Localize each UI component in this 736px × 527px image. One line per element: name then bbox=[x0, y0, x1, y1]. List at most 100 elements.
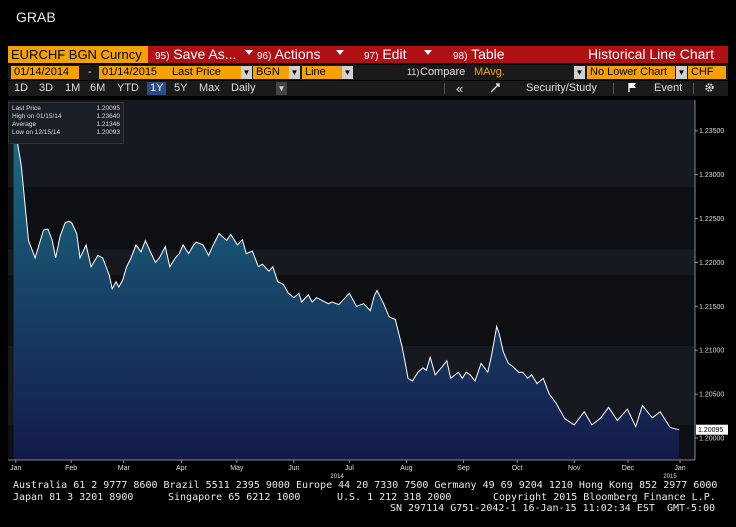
security-study-button[interactable]: Security/Study bbox=[523, 82, 600, 95]
x-tick-label: Oct bbox=[512, 465, 523, 472]
footer-japan: Japan 81 3 3201 8900 bbox=[13, 492, 134, 503]
compare-number: 11) bbox=[407, 67, 420, 77]
y-tick-label: 1.23500 bbox=[699, 128, 724, 135]
legend-row-low: Low on 12/15/14 1.20093 bbox=[12, 129, 120, 137]
period-max[interactable]: Max bbox=[196, 82, 223, 95]
back-button[interactable]: « bbox=[453, 82, 466, 95]
period-5y[interactable]: 5Y bbox=[171, 82, 190, 95]
compare-button[interactable]: Compare bbox=[420, 66, 465, 79]
date-separator: - bbox=[88, 66, 92, 78]
x-tick-label: Dec bbox=[622, 465, 635, 472]
period-1m[interactable]: 1M bbox=[62, 82, 83, 95]
x-tick-label: Sep bbox=[457, 465, 470, 472]
chart-type-title: Historical Line Chart bbox=[587, 46, 714, 62]
x-tick-label: Aug bbox=[400, 465, 413, 472]
event-button[interactable]: Event bbox=[651, 82, 685, 95]
save-as-number: 95) bbox=[155, 51, 170, 62]
actions-dropdown-icon[interactable] bbox=[336, 50, 344, 55]
x-tick-label: Jan bbox=[10, 465, 21, 472]
flag-icon[interactable] bbox=[625, 82, 641, 95]
start-date-field[interactable]: 01/14/2014 bbox=[11, 66, 79, 79]
window-title: GRAB bbox=[16, 9, 56, 25]
x-tick-label: Apr bbox=[176, 465, 188, 472]
legend-row-last: Last Price 1.20095 bbox=[12, 105, 120, 113]
table-number: 98) bbox=[453, 51, 468, 62]
chart-legend: Last Price 1.20095 High on 01/15/14 1.23… bbox=[8, 102, 124, 144]
y-tick-label: 1.20000 bbox=[699, 436, 724, 443]
legend-average-label: Average bbox=[12, 121, 37, 128]
x-tick-label: Nov bbox=[568, 465, 581, 472]
price-chart[interactable]: 1.23500 1.23000 1.22500 1.22000 1.21500 1.210… bbox=[8, 97, 728, 463]
x-tick-label: Mar bbox=[118, 465, 131, 472]
lower-chart-arrow-icon[interactable]: ▼ bbox=[676, 66, 687, 79]
end-date-field[interactable]: 01/14/2015 bbox=[99, 66, 169, 79]
field-select[interactable]: Last Price bbox=[169, 66, 241, 79]
y-tick-label: 1.21500 bbox=[699, 304, 724, 311]
frequency-select[interactable]: Daily bbox=[228, 82, 258, 95]
legend-low-value: 1.20093 bbox=[96, 129, 121, 136]
mavg-field[interactable] bbox=[508, 66, 584, 79]
style-select[interactable]: Line bbox=[302, 66, 342, 79]
y-tick-label: 1.22000 bbox=[699, 260, 724, 267]
x-tick-label: Jun bbox=[288, 465, 299, 472]
settings-gear-icon[interactable] bbox=[701, 82, 718, 95]
field-select-arrow-icon[interactable]: ▼ bbox=[241, 66, 252, 79]
tool-icon[interactable] bbox=[486, 82, 504, 95]
edit-number: 97) bbox=[364, 51, 379, 62]
x-tick-label: Jan bbox=[674, 465, 685, 472]
table-button[interactable]: 98) Table bbox=[453, 46, 505, 63]
style-select-arrow-icon[interactable]: ▼ bbox=[342, 66, 353, 79]
frequency-arrow-icon[interactable]: ▼ bbox=[276, 82, 287, 95]
footer-us: U.S. 1 212 318 2000 bbox=[337, 492, 452, 503]
period-6m[interactable]: 6M bbox=[87, 82, 108, 95]
footer-copyright: Copyright 2015 Bloomberg Finance L.P. bbox=[493, 492, 716, 503]
x-tick-label: Feb bbox=[65, 465, 77, 472]
lower-chart-select[interactable]: No Lower Chart bbox=[587, 66, 675, 79]
period-ytd[interactable]: YTD bbox=[114, 82, 142, 95]
footer-session: SN 297114 G751-2042-1 16-Jan-15 11:02:34… bbox=[390, 503, 716, 514]
period-bar: 1D 3D 1M 6M YTD 1Y 5Y Max Daily ▼ « Secu… bbox=[8, 81, 728, 96]
x-year-label: 2015 bbox=[663, 474, 677, 480]
legend-row-average: Average 1.21346 bbox=[12, 121, 120, 129]
period-3d[interactable]: 3D bbox=[36, 82, 56, 95]
background-band bbox=[8, 249, 695, 276]
save-as-dropdown-icon[interactable] bbox=[245, 50, 253, 55]
y-tick-label: 1.23000 bbox=[699, 172, 724, 179]
mavg-button[interactable]: MAvg. bbox=[474, 66, 505, 79]
table-label: Table bbox=[471, 46, 505, 62]
actions-label: Actions bbox=[274, 46, 321, 62]
main-toolbar: EURCHF BGN Curncy 95) Save As... 96) Act… bbox=[8, 46, 728, 63]
y-tick-label: 1.20500 bbox=[699, 392, 724, 399]
chart-svg: 1.23500 1.23000 1.22500 1.22000 1.21500 1.210… bbox=[8, 100, 728, 463]
legend-high-label: High on 01/15/14 bbox=[12, 113, 62, 120]
edit-button[interactable]: 97) Edit bbox=[364, 46, 406, 63]
y-tick-label: 1.22500 bbox=[699, 216, 724, 223]
period-1d[interactable]: 1D bbox=[11, 82, 31, 95]
source-select-arrow-icon[interactable]: ▼ bbox=[289, 66, 300, 79]
actions-number: 96) bbox=[257, 51, 272, 62]
period-1y[interactable]: 1Y bbox=[147, 82, 167, 95]
edit-label: Edit bbox=[382, 46, 407, 62]
save-as-label: Save As... bbox=[173, 46, 237, 62]
y-tick-label: 1.21000 bbox=[699, 348, 724, 355]
legend-low-label: Low on 12/15/14 bbox=[12, 129, 61, 136]
ticker-field[interactable]: EURCHF BGN Curncy bbox=[8, 46, 148, 63]
x-axis-labels: Jan Feb Mar Apr May Jun Jul Aug Sep Oct Nov Dec Jan 2… bbox=[10, 465, 686, 480]
legend-average-value: 1.21346 bbox=[96, 121, 121, 128]
x-tick-label: Jul bbox=[345, 465, 354, 472]
actions-button[interactable]: 96) Actions bbox=[257, 46, 321, 63]
x-tick-label: May bbox=[230, 465, 244, 472]
x-year-label: 2014 bbox=[330, 474, 344, 480]
mavg-arrow-icon[interactable]: ▼ bbox=[574, 66, 585, 79]
legend-row-high: High on 01/15/14 1.23640 bbox=[12, 113, 120, 121]
footer-singapore: Singapore 65 6212 1000 bbox=[168, 492, 301, 503]
legend-last-label: Last Price bbox=[12, 105, 41, 112]
background-band bbox=[8, 187, 695, 250]
legend-last-value: 1.20095 bbox=[96, 105, 121, 112]
legend-high-value: 1.23640 bbox=[96, 113, 121, 120]
save-as-button[interactable]: 95) Save As... bbox=[155, 46, 236, 63]
parameter-bar: 01/14/2014 - 01/14/2015 Last Price ▼ BGN… bbox=[8, 65, 728, 80]
edit-dropdown-icon[interactable] bbox=[424, 50, 432, 55]
currency-select[interactable]: CHF bbox=[688, 66, 726, 79]
last-value-label: 1.20095 bbox=[698, 427, 723, 434]
